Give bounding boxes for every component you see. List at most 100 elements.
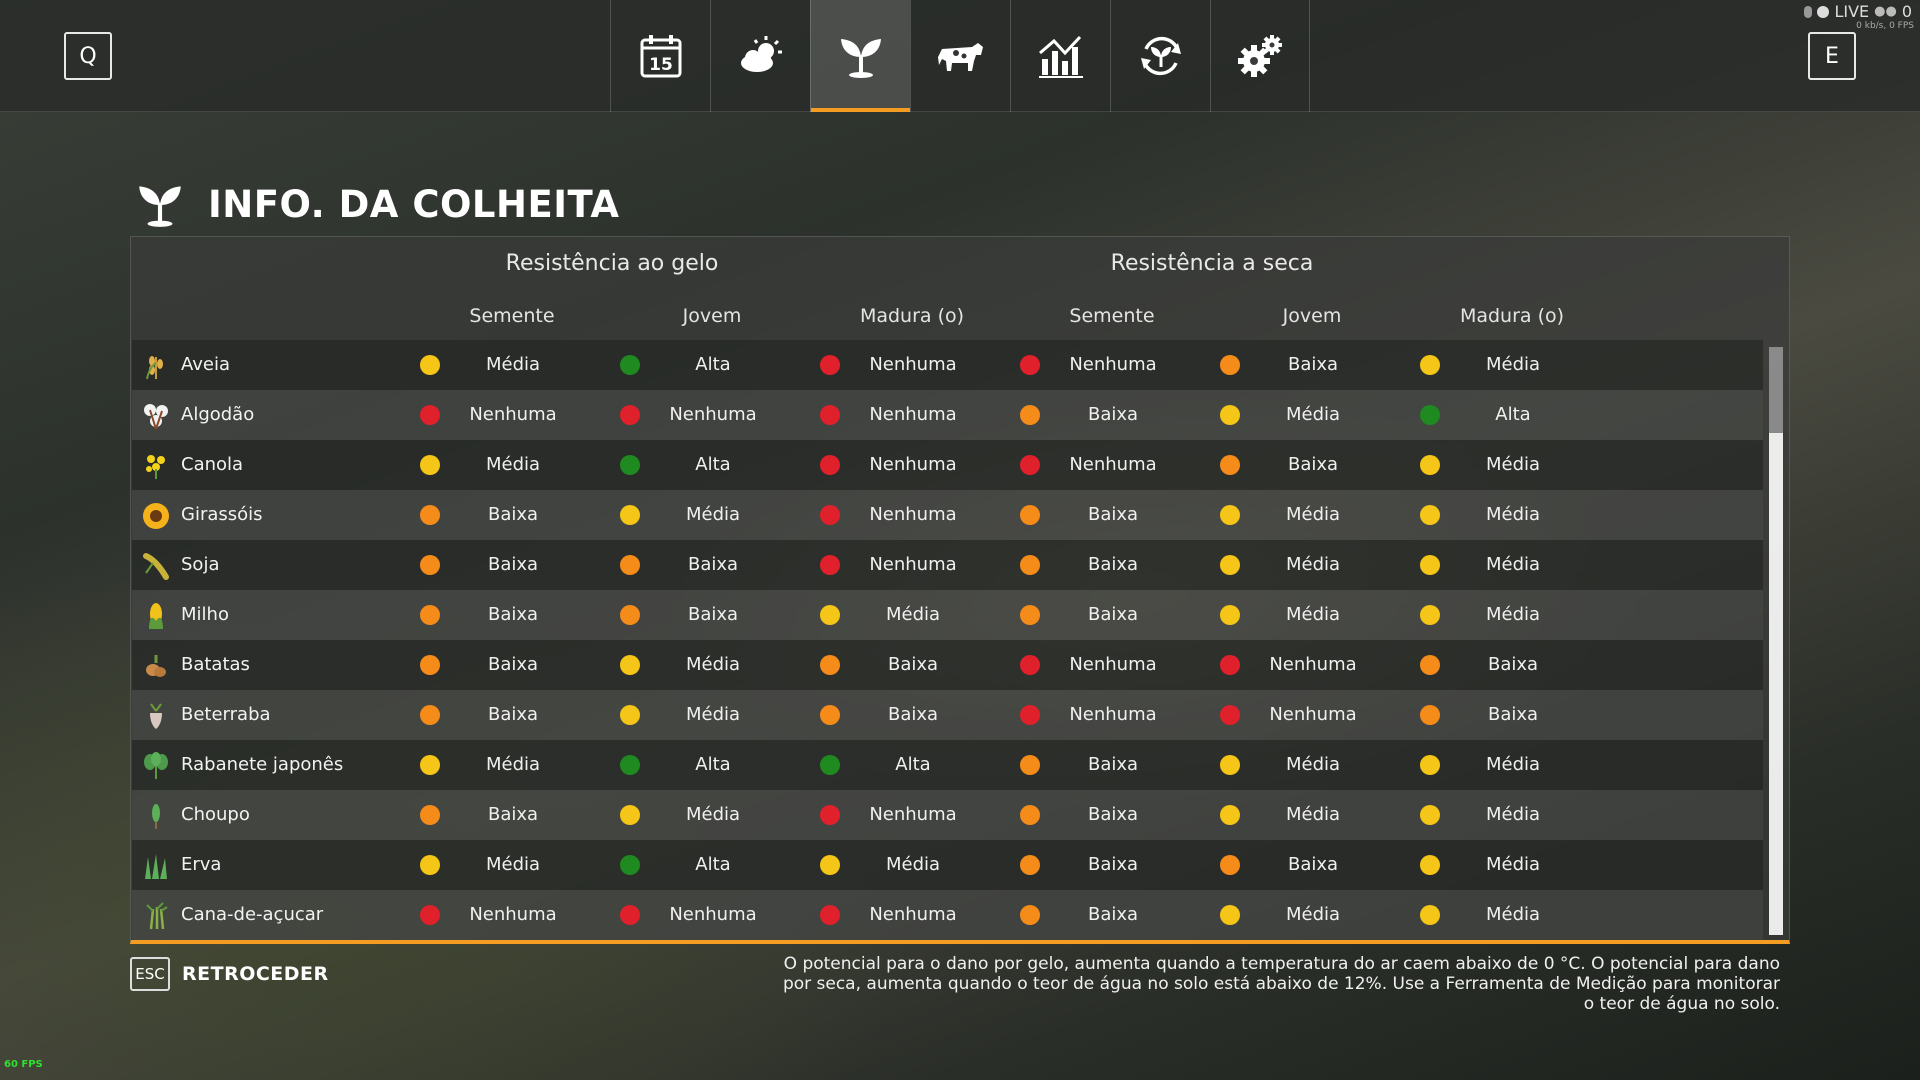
resistance-cell: Média — [413, 740, 613, 790]
resistance-cell: Média — [1213, 540, 1413, 590]
table-row[interactable]: Soja Baixa Baixa Nenhuma Baixa Média Média — [132, 540, 1763, 590]
frost-resistance-header: Resistência ao gelo — [505, 251, 719, 276]
resistance-value: Nenhuma — [1069, 354, 1157, 375]
sprout-icon — [139, 186, 181, 227]
resistance-value: Baixa — [1087, 404, 1139, 425]
tab-animals[interactable] — [910, 0, 1010, 112]
resistance-value: Média — [485, 754, 541, 775]
resistance-cell: Média — [613, 640, 813, 690]
resistance-value: Nenhuma — [869, 904, 957, 925]
tab-weather[interactable] — [710, 0, 810, 112]
crop-name: Beterraba — [181, 704, 271, 725]
resistance-value: Alta — [1495, 404, 1531, 425]
resistance-cell: Alta — [1413, 390, 1613, 440]
resistance-cell: Média — [613, 790, 813, 840]
next-page-key-button[interactable]: E — [1808, 32, 1856, 80]
resistance-cell: Baixa — [413, 590, 613, 640]
resistance-cell: Média — [1213, 490, 1413, 540]
sugarcane-icon — [146, 902, 168, 930]
resistance-cell: Nenhuma — [1013, 690, 1213, 740]
resistance-value: Alta — [695, 354, 731, 375]
viewers-icon: ●● — [1874, 4, 1897, 19]
prev-page-key-button[interactable]: Q — [64, 32, 112, 80]
resistance-value: Média — [685, 654, 741, 675]
scrollbar-thumb[interactable] — [1769, 347, 1783, 433]
table-row[interactable]: Cana-de-açucar Nenhuma Nenhuma Nenhuma Baixa… — [132, 890, 1763, 940]
resistance-value: Nenhuma — [869, 804, 957, 825]
resistance-value: Baixa — [1487, 704, 1539, 725]
scrollbar[interactable] — [1769, 347, 1783, 935]
crop-name: Girassóis — [181, 504, 263, 525]
weather-icon — [740, 36, 782, 72]
tab-calendar[interactable]: 15 — [610, 0, 710, 112]
resistance-cell: Alta — [813, 740, 1013, 790]
resistance-cell: Média — [1413, 840, 1613, 890]
crop-name: Choupo — [181, 804, 250, 825]
resistance-cell: Baixa — [413, 790, 613, 840]
resistance-value: Nenhuma — [869, 504, 957, 525]
crop-name: Algodão — [181, 404, 255, 425]
resistance-cell: Baixa — [413, 490, 613, 540]
table-row[interactable]: Beterraba Baixa Média Baixa Nenhuma Nenhuma Ba… — [132, 690, 1763, 740]
resistance-cell: Média — [1413, 590, 1613, 640]
resistance-value: Nenhuma — [1269, 654, 1357, 675]
resistance-cell: Média — [1213, 790, 1413, 840]
resistance-value: Média — [685, 704, 741, 725]
resistance-cell: Baixa — [1013, 490, 1213, 540]
live-count: 0 — [1901, 2, 1912, 21]
resistance-cell: Nenhuma — [1213, 690, 1413, 740]
resistance-value: Baixa — [487, 704, 539, 725]
resistance-value: Baixa — [1287, 454, 1339, 475]
tab-crops[interactable] — [810, 0, 910, 112]
potato-icon — [146, 655, 166, 677]
table-row[interactable]: Erva Média Alta Média Baixa Baixa Média — [132, 840, 1763, 890]
resistance-cell: Média — [413, 440, 613, 490]
resistance-value: Média — [1285, 604, 1341, 625]
resistance-value: Baixa — [1487, 654, 1539, 675]
table-row[interactable]: Canola Média Alta Nenhuma Nenhuma Baixa Média — [132, 440, 1763, 490]
price-chart-icon — [1038, 35, 1083, 78]
resistance-value: Média — [1485, 604, 1541, 625]
resistance-cell: Média — [1413, 490, 1613, 540]
resistance-value: Nenhuma — [1069, 704, 1157, 725]
resistance-value: Média — [885, 854, 941, 875]
resistance-value: Baixa — [1287, 354, 1339, 375]
resistance-value: Média — [485, 854, 541, 875]
resistance-cell: Baixa — [1413, 640, 1613, 690]
crop-table[interactable]: Aveia Média Alta Nenhuma Nenhuma Baixa Média Al… — [132, 340, 1763, 940]
tab-rotation[interactable] — [1110, 0, 1210, 112]
resistance-cell: Média — [1413, 340, 1613, 390]
resistance-value: Alta — [695, 454, 731, 475]
table-row[interactable]: Girassóis Baixa Média Nenhuma Baixa Média Médi… — [132, 490, 1763, 540]
table-row[interactable]: Batatas Baixa Média Baixa Nenhuma Nenhuma Baix… — [132, 640, 1763, 690]
stage-header-4: Jovem — [1282, 305, 1342, 327]
prev-key-label: Q — [79, 43, 97, 69]
tab-prices[interactable] — [1010, 0, 1110, 112]
resistance-value: Média — [1485, 854, 1541, 875]
resistance-value: Baixa — [487, 504, 539, 525]
crop-info-panel: Resistência ao gelo Resistência a seca S… — [130, 236, 1790, 944]
resistance-value: Baixa — [1087, 604, 1139, 625]
resistance-value: Baixa — [1087, 754, 1139, 775]
table-row[interactable]: Choupo Baixa Média Nenhuma Baixa Média Média — [132, 790, 1763, 840]
resistance-value: Nenhuma — [669, 404, 757, 425]
resistance-value: Alta — [895, 754, 931, 775]
cow-icon — [937, 43, 983, 71]
resistance-cell: Baixa — [413, 640, 613, 690]
radish-icon — [144, 752, 168, 779]
table-row[interactable]: Milho Baixa Baixa Média Baixa Média Média — [132, 590, 1763, 640]
back-button[interactable]: ESC RETROCEDER — [130, 957, 329, 991]
resistance-value: Média — [1485, 904, 1541, 925]
back-label: RETROCEDER — [182, 963, 329, 985]
gears-icon — [1238, 35, 1282, 77]
tab-settings[interactable] — [1210, 0, 1310, 112]
resistance-value: Alta — [695, 854, 731, 875]
resistance-value: Nenhuma — [869, 454, 957, 475]
beet-icon — [150, 703, 162, 729]
resistance-value: Baixa — [1087, 854, 1139, 875]
resistance-value: Média — [1285, 554, 1341, 575]
table-row[interactable]: Aveia Média Alta Nenhuma Nenhuma Baixa Média — [132, 340, 1763, 390]
table-row[interactable]: Rabanete japonês Média Alta Alta Baixa Média M… — [132, 740, 1763, 790]
table-row[interactable]: Algodão Nenhuma Nenhuma Nenhuma Baixa Média Al… — [132, 390, 1763, 440]
crop-name: Aveia — [181, 354, 231, 375]
